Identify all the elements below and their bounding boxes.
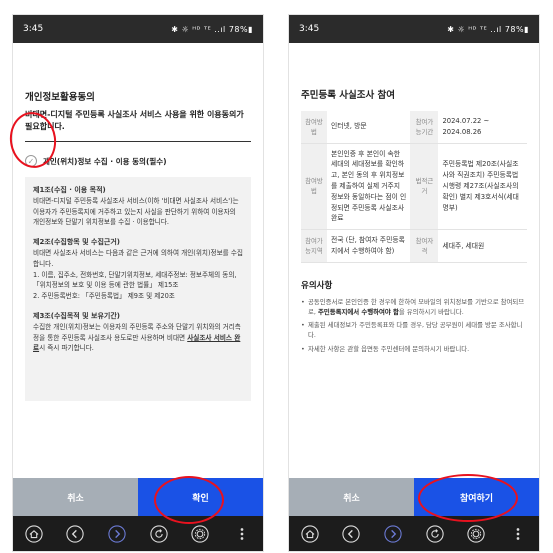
divider: [25, 141, 251, 142]
settings-icon[interactable]: [190, 524, 210, 544]
terms-section-title: 제2조(수집항목 및 수집근거): [33, 238, 120, 247]
terms-list-item: 2. 주민등록번호: 「주민등록법」 제9조 및 제20조: [33, 292, 175, 301]
terms-section-body: 비대면 사실조사 서비스는 다음과 같은 근거에 의하여 개인(위치)정보를 수…: [33, 248, 243, 268]
status-time: 3:45: [23, 24, 44, 34]
terms-section-body: 비대면-디지털 주민등록 사실조사 서비스(이하 '비대면 사실조사 서비스')…: [33, 196, 239, 227]
terms-section-title: 제1조(수집 · 이용 목적): [33, 186, 106, 194]
table-row: 참여가능지역 전국 (단, 참여자 주민등록지에서 수행하여야 함) 참여자격 …: [301, 229, 527, 263]
more-icon[interactable]: [508, 524, 528, 544]
participation-screen: 3:45 ✱ ☼ ᴴᴰ ᵀᴱ ..ıl 78%▮ 주민등록 사실조사 참여 참여…: [288, 14, 540, 552]
more-icon[interactable]: [232, 524, 252, 544]
confirm-button[interactable]: 확인: [138, 478, 263, 516]
row-key: 참여가능지역: [301, 229, 327, 263]
row-value: 전국 (단, 참여자 주민등록지에서 수행하여야 함): [327, 229, 411, 263]
row-key: 법적근거: [410, 143, 439, 231]
notes-title: 유의사항: [301, 280, 333, 291]
table-row: 참여방법 본인인증 후 본인이 속한 세대의 세대정보를 확인하고, 본인 동의…: [301, 143, 527, 231]
note-text: 을 유의하시기 바랍니다.: [398, 307, 464, 316]
row-value: 본인인증 후 본인이 속한 세대의 세대정보를 확인하고, 본인 동의 후 위치…: [327, 143, 411, 231]
check-icon[interactable]: ✓: [25, 155, 37, 167]
refresh-icon[interactable]: [149, 524, 169, 544]
row-value: 2024.07.22 ~ 2024.08.26: [438, 111, 527, 144]
settings-icon[interactable]: [466, 524, 486, 544]
row-key: 참여자격: [410, 229, 439, 263]
back-icon[interactable]: [341, 524, 361, 544]
row-key: 참여방법: [301, 111, 327, 144]
button-bar: 취소 참여하기: [289, 478, 539, 516]
note-emphasis: 주민등록지에서 수행하여야 함: [317, 307, 399, 316]
terms-section-title: 제3조(수집목적 및 보유기간): [33, 311, 120, 320]
browser-navbar: [13, 516, 263, 551]
page-title: 주민등록 사실조사 참여: [301, 90, 396, 101]
consent-check-label: 개인(위치)정보 수집 · 이용 동의(필수): [43, 156, 167, 166]
terms-text: 시 즉시 파기합니다.: [39, 344, 94, 353]
row-key: 참여방법: [301, 143, 327, 231]
row-key: 참여가능기간: [410, 111, 439, 144]
button-bar: 취소 확인: [13, 478, 263, 516]
consent-check-row[interactable]: ✓ 개인(위치)정보 수집 · 이용 동의(필수): [25, 155, 251, 167]
browser-navbar: [289, 516, 539, 551]
consent-screen: 3:45 ✱ ☼ ᴴᴰ ᵀᴱ ..ıl 78%▮ 개인정보활용동의 비대면-디지…: [12, 14, 264, 552]
page-subtitle: 비대면-디지털 주민등록 사실조사 서비스 사용을 위한 이용동의가 필요합니다…: [25, 110, 244, 131]
info-table: 참여방법 인터넷, 방문 참여가능기간 2024.07.22 ~ 2024.08…: [301, 111, 527, 263]
list-item: 자세한 사항은 관할 읍면동 주민센터에 문의하시기 바랍니다.: [301, 344, 527, 354]
list-item: 제출된 세대정보가 주민등록표와 다를 경우, 담당 공무원이 세대를 방문 조…: [301, 320, 527, 340]
participate-button[interactable]: 참여하기: [414, 478, 539, 516]
status-indicators: ✱ ☼ ᴴᴰ ᵀᴱ ..ıl 78%▮: [171, 24, 253, 34]
cancel-button[interactable]: 취소: [289, 478, 414, 516]
row-value: 주민등록법 제20조(사실조사와 직권조치) 주민등록법 시행령 제27조(사실…: [438, 143, 527, 231]
note-text: 제출된 세대정보가 주민등록표와 다를 경우, 담당 공무원이 세대를 방문 조…: [308, 321, 523, 340]
participation-content: 주민등록 사실조사 참여 참여방법 인터넷, 방문 참여가능기간 2024.07…: [289, 43, 539, 478]
consent-content: 개인정보활용동의 비대면-디지털 주민등록 사실조사 서비스 사용을 위한 이용…: [13, 43, 263, 478]
home-icon[interactable]: [300, 524, 320, 544]
row-value: 인터넷, 방문: [327, 111, 411, 144]
status-time: 3:45: [299, 24, 320, 34]
cancel-button[interactable]: 취소: [13, 478, 138, 516]
home-icon[interactable]: [24, 524, 44, 544]
terms-list-item: 1. 이름, 집주소, 전화번호, 단말기위치정보, 세대주정보: 정보주체의 …: [33, 270, 237, 290]
terms-box[interactable]: 제1조(수집 · 이용 목적) 비대면-디지털 주민등록 사실조사 서비스(이하…: [25, 177, 251, 401]
page-title: 개인정보활용동의: [25, 92, 95, 103]
back-icon[interactable]: [65, 524, 85, 544]
terms-section-body: 수집한 개인(위치)정보는 이용자의 주민등록 주소와 단말기 위치와의 거리측…: [33, 322, 243, 354]
list-item: 공동인증서로 본인인증 한 경우에 한하여 모바일의 위치정보를 기반으로 참여…: [301, 297, 527, 317]
status-bar: 3:45 ✱ ☼ ᴴᴰ ᵀᴱ ..ıl 78%▮: [289, 15, 539, 43]
note-text: 자세한 사항은 관할 읍면동 주민센터에 문의하시기 바랍니다.: [308, 344, 470, 353]
refresh-icon[interactable]: [425, 524, 445, 544]
status-indicators: ✱ ☼ ᴴᴰ ᵀᴱ ..ıl 78%▮: [447, 24, 529, 34]
notes-list: 공동인증서로 본인인증 한 경우에 한하여 모바일의 위치정보를 기반으로 참여…: [301, 297, 527, 354]
row-value: 세대주, 세대원: [438, 229, 527, 263]
status-bar: 3:45 ✱ ☼ ᴴᴰ ᵀᴱ ..ıl 78%▮: [13, 15, 263, 43]
table-row: 참여방법 인터넷, 방문 참여가능기간 2024.07.22 ~ 2024.08…: [301, 111, 527, 144]
forward-icon[interactable]: [383, 524, 403, 544]
forward-icon[interactable]: [107, 524, 127, 544]
